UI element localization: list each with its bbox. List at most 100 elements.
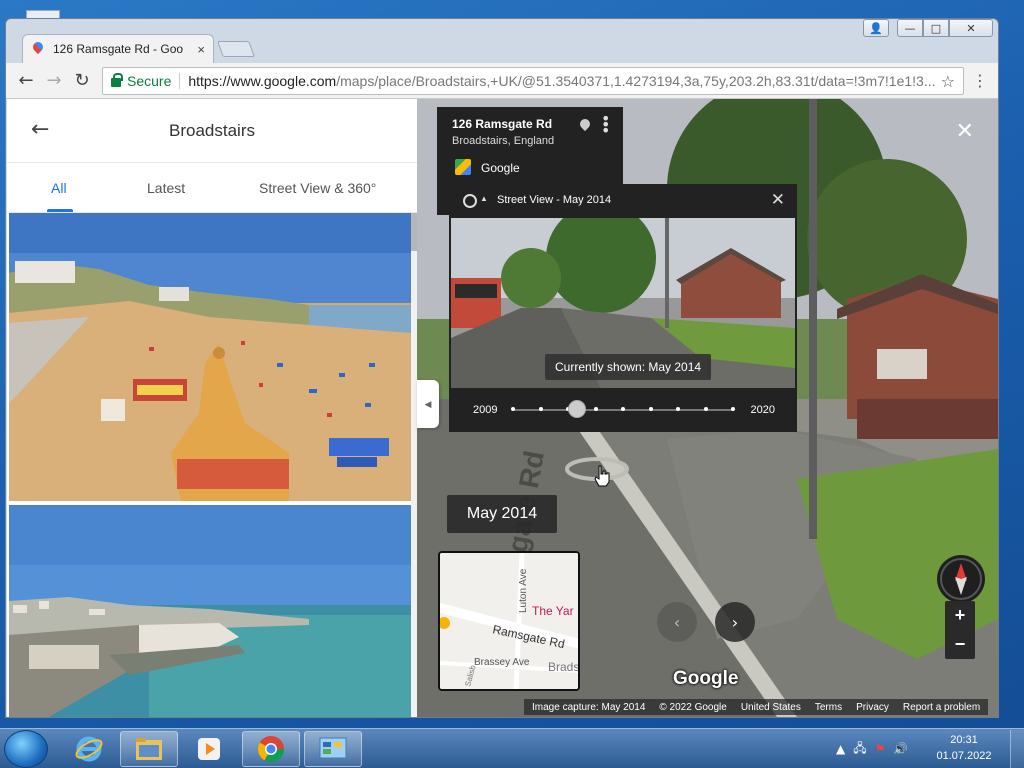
reload-button[interactable]: ↻: [68, 67, 96, 95]
time-machine-preview[interactable]: Currently shown: May 2014: [451, 218, 795, 388]
taskbar-explorer[interactable]: [120, 731, 178, 767]
clock-time: 20:31: [950, 734, 978, 746]
taskbar-clock[interactable]: 20:31 01.07.2022: [936, 732, 992, 764]
system-tray: ▲ 🖧 ⚑ 🔊: [836, 733, 908, 765]
region-link[interactable]: United States: [741, 702, 801, 713]
more-options-icon[interactable]: • • •: [601, 111, 610, 139]
coast-photo-image: [9, 505, 411, 717]
currently-shown-tooltip: Currently shown: May 2014: [545, 354, 712, 380]
zoom-controls: + −: [945, 601, 975, 659]
time-machine-header: ▲ Street View - May 2014 ✕: [449, 184, 797, 218]
minimap-town: Brads: [548, 660, 579, 674]
timeline-tick[interactable]: [538, 407, 543, 411]
url-path: /maps/place/Broadstairs,+UK/@51.3540371,…: [336, 73, 935, 89]
tab-latest[interactable]: Latest: [147, 180, 185, 196]
photo-coast[interactable]: [9, 505, 411, 717]
tray-expand-icon[interactable]: ▲: [836, 742, 845, 756]
timeline-tick[interactable]: [731, 407, 735, 411]
chrome-icon: [257, 736, 285, 763]
history-clock-icon[interactable]: [463, 194, 477, 208]
compass-icon[interactable]: [937, 555, 985, 603]
collapse-sidebar-button[interactable]: ◀: [417, 380, 439, 428]
image-capture-text: Image capture: May 2014: [532, 701, 646, 713]
compass-needle-icon: [940, 558, 982, 600]
timeline-tick[interactable]: [703, 407, 708, 411]
zoom-out-button[interactable]: −: [945, 630, 975, 659]
media-player-icon: [198, 738, 220, 760]
minimap-street-brassey: Brassey Ave: [474, 657, 530, 668]
time-machine-close-icon[interactable]: ✕: [771, 190, 785, 210]
caret-up-icon[interactable]: ▲: [480, 194, 488, 203]
timeline-tick[interactable]: [511, 407, 515, 411]
timeline-tick[interactable]: [621, 407, 625, 411]
timeline-tick[interactable]: [648, 407, 653, 411]
timeline-end-year: 2020: [750, 404, 775, 416]
report-problem-link[interactable]: Report a problem: [903, 702, 980, 713]
beach-photo-image: [9, 213, 411, 501]
map-pin-icon[interactable]: [577, 116, 593, 132]
tab-title: 126 Ramsgate Rd - Goo: [53, 42, 184, 56]
start-button[interactable]: [4, 730, 48, 768]
internet-explorer-icon: [75, 736, 103, 762]
taskbar-ie[interactable]: [60, 731, 118, 767]
pan-left-button[interactable]: ‹: [657, 602, 697, 642]
photo-beach[interactable]: [9, 213, 411, 501]
address-separator: [179, 73, 181, 89]
tab-street-view-360[interactable]: Street View & 360°: [259, 180, 376, 196]
google-maps-logo-icon: [455, 159, 471, 175]
windows-taskbar: ▲ 🖧 ⚑ 🔊 20:31 01.07.2022: [0, 728, 1024, 768]
privacy-link[interactable]: Privacy: [856, 702, 889, 713]
close-street-view-icon[interactable]: ✕: [956, 119, 974, 144]
time-machine-panel: ▲ Street View - May 2014 ✕ Currently sho…: [449, 184, 797, 432]
taskbar-control-panel[interactable]: [304, 731, 362, 767]
tab-close-icon[interactable]: ×: [197, 42, 205, 57]
pan-right-button[interactable]: ›: [715, 602, 755, 642]
google-maps-favicon-icon: [31, 42, 45, 56]
timeline-slider-track[interactable]: [511, 400, 735, 418]
address-subtitle: Broadstairs, England: [452, 135, 555, 147]
browser-toolbar: ← → ↻ Secure https://www.google.com/maps…: [6, 63, 998, 99]
street-view-footer: Image capture: May 2014 © 2022 Google Un…: [524, 699, 989, 715]
address-bar[interactable]: Secure https://www.google.com/maps/place…: [102, 67, 964, 95]
taskbar-media-player[interactable]: [180, 731, 238, 767]
terms-link[interactable]: Terms: [815, 702, 842, 713]
timeline-tick[interactable]: [676, 407, 680, 411]
copyright-text: © 2022 Google: [659, 701, 727, 713]
sidebar-back-icon[interactable]: ←: [31, 117, 49, 142]
url-text[interactable]: https://www.google.com/maps/place/Broads…: [188, 73, 934, 89]
tab-all[interactable]: All: [51, 180, 67, 196]
street-view-panel[interactable]: Ramsgate Rd 126 Ramsgate Rd Broadstairs,…: [417, 99, 998, 717]
photo-tabs: All Latest Street View & 360°: [7, 163, 417, 213]
volume-icon[interactable]: 🔊: [893, 742, 908, 756]
minimap-street-luton: Luton Ave: [518, 568, 529, 613]
clock-date: 01.07.2022: [936, 750, 992, 762]
back-button[interactable]: ←: [12, 67, 40, 95]
sidebar-title: Broadstairs: [169, 120, 255, 140]
timeline-tick[interactable]: [593, 407, 598, 411]
network-icon[interactable]: 🖧: [853, 739, 866, 760]
google-watermark: Google: [673, 668, 739, 689]
timeline-start-year: 2009: [473, 404, 498, 416]
tab-strip: 126 Ramsgate Rd - Goo ×: [6, 33, 998, 63]
taskbar-chrome[interactable]: [242, 731, 300, 767]
minimap-image: Luton Ave The Yar Ramsgate Rd Brassey Av…: [440, 553, 579, 689]
provider-label: Google: [481, 161, 520, 175]
secure-label: Secure: [127, 73, 172, 89]
browser-window: 👤 — □ ✕ 126 Ramsgate Rd - Goo × ← → ↻ Se…: [5, 18, 999, 718]
zoom-in-button[interactable]: +: [945, 601, 975, 630]
new-tab-button[interactable]: [217, 41, 255, 57]
capture-date-label: May 2014: [447, 495, 557, 533]
folder-icon: [136, 738, 162, 760]
page-content: ← Broadstairs All Latest Street View & 3…: [7, 99, 998, 717]
minimap-poi: The Yar: [532, 604, 574, 618]
active-tab-indicator: [47, 209, 73, 212]
browser-tab-maps[interactable]: 126 Ramsgate Rd - Goo ×: [22, 34, 214, 63]
minimap[interactable]: Luton Ave The Yar Ramsgate Rd Brassey Av…: [438, 551, 580, 691]
forward-button[interactable]: →: [40, 67, 68, 95]
browser-menu-icon[interactable]: ⋮: [972, 71, 988, 90]
show-desktop-button[interactable]: [1010, 730, 1024, 768]
action-center-flag-icon[interactable]: ⚑: [875, 742, 886, 756]
photo-sidebar: ← Broadstairs All Latest Street View & 3…: [7, 99, 417, 717]
timeline-slider-knob[interactable]: [567, 400, 586, 418]
bookmark-star-icon[interactable]: ☆: [941, 72, 955, 91]
